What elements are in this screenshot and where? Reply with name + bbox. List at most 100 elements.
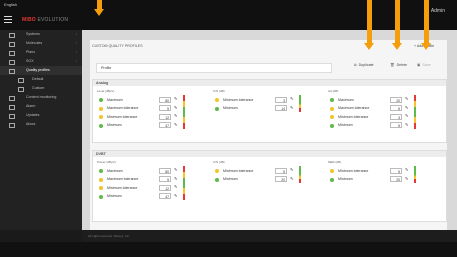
threshold-row: Minimum 5 ✎ — [328, 122, 440, 131]
threshold-label: Maximum — [107, 168, 123, 173]
threshold-value-input[interactable]: 5 — [159, 176, 171, 182]
pencil-icon[interactable]: ✎ — [405, 113, 408, 118]
sidebar-item-icon — [9, 60, 15, 65]
threshold-row: Minimum tolerance 12 ✎ — [97, 184, 209, 193]
sidebar-item-alarm[interactable]: Alarm — [0, 102, 82, 111]
sidebar-item-icon — [9, 51, 15, 56]
pencil-icon[interactable]: ✎ — [174, 113, 177, 118]
footer: All rights reserved. Sitesys, Inc. — [82, 230, 457, 242]
pencil-icon[interactable]: ✎ — [174, 96, 177, 101]
sidebar-item-systems[interactable]: Systems › — [0, 30, 82, 39]
threshold-value-input[interactable]: 12 — [159, 113, 171, 120]
threshold-row: Minimum tolerance 3 ✎ — [213, 96, 325, 105]
user-label[interactable]: Admin — [431, 8, 445, 14]
sidebar-item-label: Default — [32, 77, 44, 81]
pencil-icon[interactable]: ✎ — [405, 167, 408, 172]
delete-button[interactable]: 🗑 Delete — [390, 63, 407, 67]
chevron-right-icon: › — [75, 50, 77, 54]
profile-name-input[interactable]: Profile — [96, 63, 332, 73]
threshold-value-input[interactable]: 5 — [159, 105, 171, 111]
sidebar-item-label: Systems — [26, 32, 40, 36]
sidebar: Systems › Molecules › Plans › SOX › Quality prof… — [0, 30, 82, 230]
pencil-icon[interactable]: ✎ — [174, 167, 177, 172]
copy-icon: ⧉ — [354, 63, 357, 67]
threshold-value-input[interactable]: 5 — [390, 105, 402, 111]
threshold-column: C/N (dB) Minimum tolerance 3 ✎ Minimum 14 ✎ — [213, 89, 325, 113]
pencil-icon[interactable]: ✎ — [405, 122, 408, 127]
sidebar-item-label: About — [26, 122, 36, 126]
threshold-row: Minimum 47 ✎ — [97, 193, 209, 202]
pencil-icon[interactable]: ✎ — [174, 193, 177, 198]
sidebar-item-about[interactable]: About — [0, 120, 82, 129]
save-button[interactable]: ▣ Save — [417, 63, 431, 67]
threshold-column: AA (dB) Maximum 20 ✎ Maximum tolerance 5 ✎ Mini… — [328, 89, 440, 130]
pencil-icon[interactable]: ✎ — [405, 96, 408, 101]
threshold-value-input[interactable]: 20 — [275, 176, 287, 182]
annotation-arrow — [421, 0, 431, 50]
warning-status-icon — [215, 169, 219, 173]
ok-status-icon — [215, 106, 219, 111]
sidebar-item-icon — [9, 105, 15, 110]
duplicate-button[interactable]: ⧉ Duplicate — [354, 63, 374, 67]
sidebar-item-icon — [9, 114, 15, 119]
pencil-icon[interactable]: ✎ — [290, 176, 293, 181]
threshold-value-input[interactable]: 20 — [390, 176, 402, 182]
main-content: CUSTOM QUALITY PROFILES + Add profile Pr… — [82, 30, 457, 230]
threshold-value-input[interactable]: 47 — [159, 122, 171, 128]
brand-logo: MIBO EVOLUTION — [22, 17, 69, 23]
language-label[interactable]: English — [4, 2, 17, 7]
threshold-value-input[interactable]: 80 — [159, 167, 171, 174]
threshold-label: Minimum — [223, 177, 238, 181]
ok-status-icon — [99, 98, 103, 102]
threshold-value-input[interactable]: 5 — [390, 122, 402, 128]
section-title: Analog — [93, 80, 446, 86]
pencil-icon[interactable]: ✎ — [290, 105, 293, 110]
sidebar-item-molecules[interactable]: Molecules › — [0, 39, 82, 48]
threshold-value-input[interactable]: 14 — [275, 105, 287, 111]
pencil-icon[interactable]: ✎ — [174, 184, 177, 189]
sidebar-item-sox[interactable]: SOX › — [0, 57, 82, 66]
threshold-row: Maximum 80 ✎ — [97, 167, 209, 176]
breadcrumb: CUSTOM QUALITY PROFILES — [92, 44, 143, 48]
sidebar-item-default[interactable]: Default — [0, 75, 82, 84]
pencil-icon[interactable]: ✎ — [174, 122, 177, 127]
trash-icon: 🗑 — [390, 63, 395, 67]
status-range-bar — [183, 166, 185, 200]
threshold-value-input[interactable]: 80 — [159, 96, 171, 103]
threshold-label: Minimum tolerance — [338, 114, 369, 119]
threshold-value-input[interactable]: 47 — [159, 193, 171, 199]
threshold-value-input[interactable]: 3 — [275, 96, 287, 103]
threshold-row: Minimum 14 ✎ — [213, 105, 325, 114]
threshold-row: Maximum tolerance 5 ✎ — [328, 105, 440, 114]
sidebar-item-label: Updates — [26, 113, 40, 117]
threshold-column: MER (dB) Minimum tolerance 5 ✎ Minimum 20 ✎ — [328, 160, 440, 184]
threshold-label: Maximum tolerance — [107, 106, 139, 110]
sidebar-item-custom[interactable]: Custom — [0, 84, 82, 93]
pencil-icon[interactable]: ✎ — [290, 96, 293, 101]
ok-status-icon — [99, 123, 103, 128]
pencil-icon[interactable]: ✎ — [405, 176, 408, 181]
threshold-label: Minimum tolerance — [223, 168, 254, 173]
threshold-row: Minimum 20 ✎ — [328, 176, 440, 185]
threshold-row: Maximum 20 ✎ — [328, 96, 440, 105]
pencil-icon[interactable]: ✎ — [290, 167, 293, 172]
menu-icon[interactable] — [4, 16, 12, 23]
sidebar-item-plans[interactable]: Plans › — [0, 48, 82, 57]
bottom-bar — [0, 242, 457, 257]
sidebar-item-updates[interactable]: Updates — [0, 111, 82, 120]
threshold-value-input[interactable]: 12 — [159, 184, 171, 191]
pencil-icon[interactable]: ✎ — [405, 105, 408, 110]
sidebar-item-quality-profiles[interactable]: Quality profiles — [0, 66, 82, 75]
status-range-bar — [299, 95, 301, 112]
sidebar-item-icon — [9, 69, 15, 74]
pencil-icon[interactable]: ✎ — [174, 176, 177, 181]
threshold-label: Minimum tolerance — [338, 168, 369, 173]
threshold-value-input[interactable]: 3 — [390, 113, 402, 120]
threshold-value-input[interactable]: 20 — [390, 96, 402, 103]
threshold-value-input[interactable]: 5 — [275, 167, 287, 174]
threshold-row: Minimum 20 ✎ — [213, 176, 325, 185]
threshold-value-input[interactable]: 5 — [390, 167, 402, 174]
pencil-icon[interactable]: ✎ — [174, 105, 177, 110]
chevron-right-icon: › — [75, 32, 77, 36]
sidebar-item-content-monitoring[interactable]: Content monitoring — [0, 93, 82, 102]
